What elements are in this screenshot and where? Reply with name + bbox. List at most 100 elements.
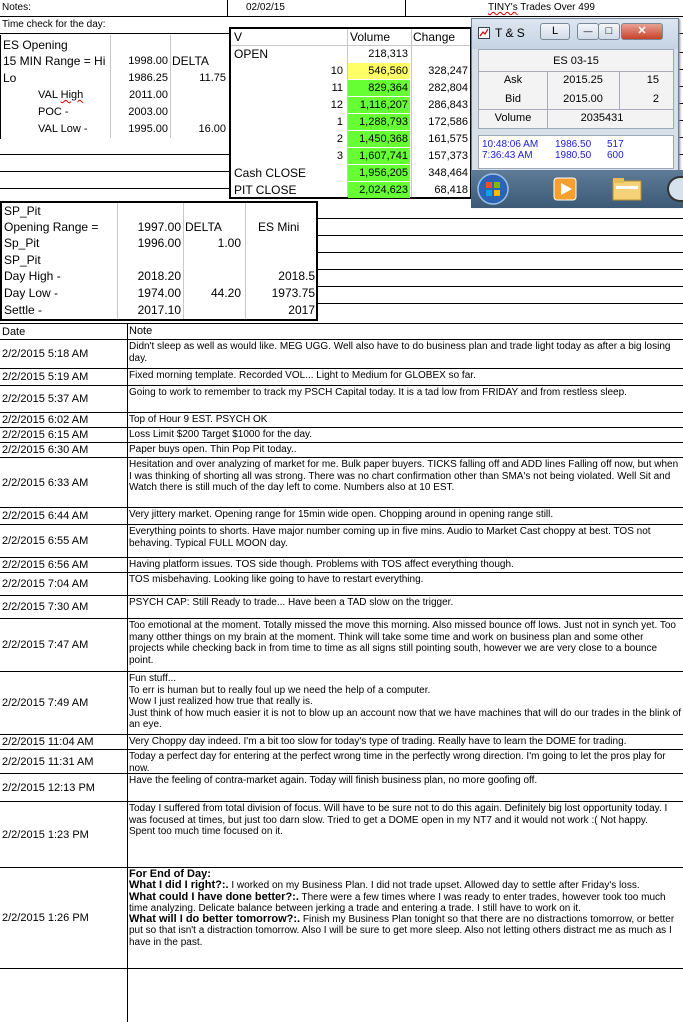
- ask-size: 15: [646, 74, 659, 86]
- volume-row: Cash CLOSE 1,956,205 348,464: [231, 165, 470, 182]
- volume-row-hour: 11: [331, 82, 343, 94]
- header-title: TINY's Trades Over 499: [488, 2, 595, 13]
- folder-icon[interactable]: [611, 176, 643, 202]
- volume-row: 10 546,560 328,247: [231, 63, 470, 80]
- chart-icon: [478, 27, 490, 39]
- volume-row-change: 172,586: [428, 116, 468, 128]
- opening-range-label: Opening Range =: [4, 220, 99, 234]
- link-button[interactable]: L: [540, 23, 570, 40]
- volume-row: 1 1,288,793 172,586: [231, 114, 470, 131]
- volume-row-label: PIT CLOSE: [234, 183, 297, 197]
- note-date: 2/2/2015 7:49 AM: [2, 697, 89, 709]
- note-date: 2/2/2015 6:02 AM: [2, 414, 89, 426]
- day-high-es: 2018.5: [278, 269, 315, 283]
- day-low-label: Day Low -: [4, 286, 59, 300]
- note-column-header: Note: [129, 326, 153, 337]
- ts-trade-row[interactable]: 7:36:43 AM 1980.50 600: [479, 150, 673, 162]
- note-text: Hesitation and over analyzing of market …: [129, 459, 679, 493]
- note-row: 2/2/2015 11:31 AM Today a perfect day for…: [0, 750, 683, 774]
- val-low-delta: 16.00: [198, 123, 226, 135]
- ts-trade-size: 600: [607, 150, 624, 161]
- ts-trades-list[interactable]: 10:48:06 AM 1986.50 517 7:36:43 AM 1980.50 60…: [478, 135, 674, 169]
- day-low-es: 1973.75: [271, 286, 315, 300]
- note-text: Very Choppy day indeed. I'm a bit too sl…: [129, 736, 627, 747]
- volume-row: PIT CLOSE 2,024,623 68,418: [231, 182, 470, 199]
- note-row: 2/2/2015 7:47 AM Too emotional at the mom…: [0, 619, 683, 672]
- note-date: 2/2/2015 1:23 PM: [2, 828, 89, 841]
- range-lo-label: Lo: [3, 71, 17, 85]
- volume-row-volume: 1,956,205: [359, 167, 408, 179]
- minimize-button[interactable]: —: [577, 23, 599, 40]
- range-delta-value: 11.75: [199, 72, 226, 84]
- media-player-icon[interactable]: [551, 175, 579, 203]
- bid-label: Bid: [505, 93, 521, 105]
- note-row: 2/2/2015 6:30 AM Paper buys open. Thin Po…: [0, 443, 683, 458]
- volume-row-change: 157,373: [428, 150, 468, 162]
- note-row: 2/2/2015 1:26 PM For End of Day: What I di…: [0, 868, 683, 969]
- sp-pit-title-2: SP_Pit: [4, 253, 41, 267]
- note-date: 2/2/2015 11:31 AM: [2, 755, 94, 768]
- ts-title: T & S: [495, 26, 525, 40]
- note-text: Too emotional at the moment. Totally mis…: [129, 620, 676, 666]
- note-row: 2/2/2015 1:23 PM Today I suffered from to…: [0, 802, 683, 868]
- header-date: 02/02/15: [246, 2, 285, 13]
- note-row: 2/2/2015 12:13 PM Have the feeling of con…: [0, 774, 683, 802]
- note-row: 2/2/2015 6:44 AM Very jittery market. Ope…: [0, 508, 683, 525]
- settle-label: Settle -: [4, 303, 43, 317]
- sp-pit-table: SP_Pit Opening Range = 1997.00 DELTA ES …: [0, 201, 318, 321]
- time-check-label: Time check for the day:: [2, 19, 106, 30]
- volume-value: 2035431: [580, 112, 624, 124]
- maximize-button[interactable]: □: [598, 23, 620, 40]
- note-date: 2/2/2015 11:04 AM: [2, 736, 94, 748]
- note-row: 2/2/2015 6:15 AM Loss Limit $200 Target $…: [0, 428, 683, 443]
- ts-symbol: ES 03-15: [553, 55, 599, 67]
- close-button[interactable]: ✕: [621, 23, 663, 40]
- volume-row-label: Cash CLOSE: [234, 166, 307, 180]
- taskbar-edge-icon: [667, 176, 683, 202]
- day-high-value: 2018.20: [137, 269, 181, 283]
- day-low-value: 1974.00: [137, 286, 181, 300]
- opening-range-value: 1997.00: [137, 220, 181, 234]
- note-text: PSYCH CAP: Still Ready to trade... Have …: [129, 597, 454, 608]
- ts-trade-time: 7:36:43 AM: [482, 150, 533, 161]
- range-hi-label: 15 MIN Range = Hi: [3, 54, 106, 68]
- es-opening-table: ES Opening 15 MIN Range = Hi 1998.00 DEL…: [0, 35, 234, 138]
- note-row: 2/2/2015 7:49 AM Fun stuff... To err is h…: [0, 672, 683, 735]
- volume-row-change: 161,575: [428, 133, 468, 145]
- col-volume-header: Volume: [350, 30, 391, 44]
- range-lo-value: 1986.25: [128, 72, 168, 84]
- note-date: 2/2/2015 12:13 PM: [2, 781, 95, 794]
- volume-row-change: 286,843: [428, 99, 468, 111]
- val-low-label: VAL Low -: [38, 123, 88, 135]
- volume-table: V Volume Change OPEN 218,313 10 546,560 328,…: [229, 27, 472, 199]
- es-mini-label: ES Mini: [258, 220, 300, 234]
- ask-label: Ask: [503, 74, 523, 86]
- notes-label: Notes:: [2, 2, 31, 13]
- ts-trade-price: 1980.50: [555, 150, 592, 161]
- poc-label: POC -: [38, 106, 69, 118]
- bid-price: 2015.00: [563, 93, 603, 105]
- eod-question-right: What I did I right?:.: [129, 879, 229, 892]
- start-orb-icon[interactable]: [477, 173, 509, 205]
- volume-row-hour: 1: [336, 116, 343, 128]
- note-text: TOS misbehaving. Looking like going to h…: [129, 574, 424, 585]
- volume-row-change: 328,247: [428, 65, 468, 77]
- val-low-value: 1995.00: [128, 123, 168, 135]
- volume-row: 3 1,607,741 157,373: [231, 148, 470, 165]
- volume-row-hour: 10: [330, 65, 343, 77]
- day-low-delta: 44.20: [210, 286, 241, 300]
- note-date: 2/2/2015 6:30 AM: [2, 444, 89, 456]
- ts-titlebar[interactable]: T & S L — □ ✕: [472, 19, 678, 49]
- note-row: 2/2/2015 7:04 AM TOS misbehaving. Looking…: [0, 573, 683, 596]
- volume-row-volume: 1,288,793: [359, 116, 408, 128]
- volume-row: OPEN 218,313: [231, 46, 470, 63]
- header-row: Notes: 02/02/15 TINY's Trades Over 499: [0, 0, 683, 17]
- note-row: 2/2/2015 6:56 AM Having platform issues. …: [0, 558, 683, 573]
- volume-row-hour: 2: [336, 133, 343, 145]
- volume-row-change: 348,464: [428, 167, 468, 179]
- note-row: 2/2/2015 6:55 AM Everything points to sho…: [0, 525, 683, 558]
- range-hi-value: 1998.00: [128, 55, 168, 67]
- note-date: 2/2/2015 7:47 AM: [2, 639, 89, 651]
- sp-pit-value: 1996.00: [137, 236, 181, 250]
- note-date: 2/2/2015 5:37 AM: [2, 393, 89, 405]
